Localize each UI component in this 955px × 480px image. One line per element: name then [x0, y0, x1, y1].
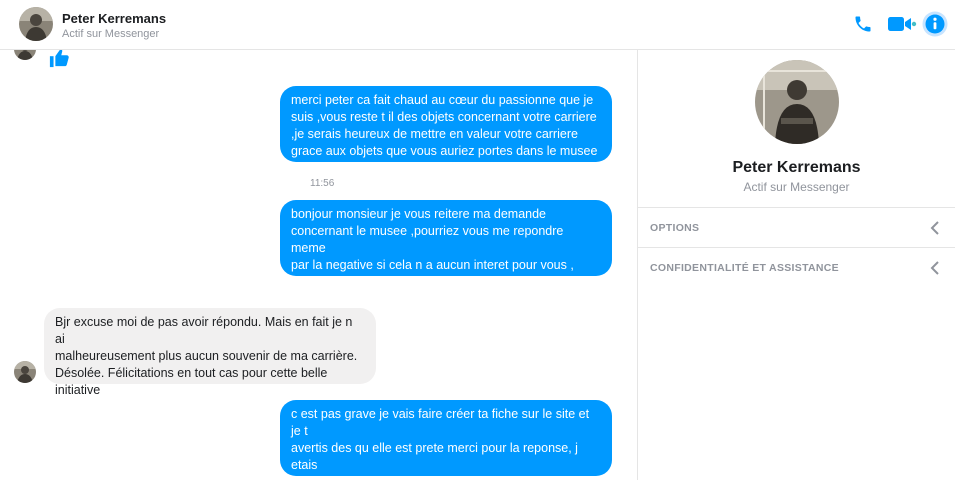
profile-status: Actif sur Messenger	[743, 180, 850, 194]
profile-name: Peter Kerremans	[732, 159, 861, 176]
contact-name[interactable]: Peter Kerremans	[62, 11, 166, 26]
message-incoming[interactable]: Bjr excuse moi de pas avoir répondu. Mai…	[44, 308, 376, 397]
profile-photo[interactable]	[755, 60, 839, 144]
info-icon[interactable]	[922, 11, 948, 37]
conversation-info-panel: Peter Kerremans Actif sur Messenger OPTI…	[638, 50, 955, 480]
video-camera-icon[interactable]	[886, 12, 918, 36]
thumbs-up-icon[interactable]	[48, 50, 70, 70]
message-timestamp: 11:56	[310, 178, 335, 189]
privacy-support-section[interactable]: CONFIDENTIALITÉ ET ASSISTANCE	[638, 247, 955, 287]
message-outgoing[interactable]: merci peter ca fait chaud au cœur du pas…	[280, 86, 612, 162]
contact-avatar[interactable]	[19, 7, 53, 41]
phone-icon[interactable]	[851, 12, 875, 36]
options-label: OPTIONS	[650, 222, 700, 234]
options-section[interactable]: OPTIONS	[638, 207, 955, 247]
contact-status: Actif sur Messenger	[62, 28, 160, 40]
chevron-left-icon[interactable]	[929, 260, 941, 276]
conversation-header: Peter Kerremans Actif sur Messenger	[0, 0, 955, 50]
message-list[interactable]: merci peter ca fait chaud au cœur du pas…	[0, 50, 638, 480]
privacy-support-label: CONFIDENTIALITÉ ET ASSISTANCE	[650, 262, 839, 274]
sender-avatar[interactable]	[14, 361, 36, 383]
message-outgoing[interactable]: c est pas grave je vais faire créer ta f…	[280, 400, 612, 480]
chevron-left-icon[interactable]	[929, 220, 941, 236]
message-outgoing[interactable]: bonjour monsieur je vous reitere ma dema…	[280, 200, 612, 306]
sender-avatar	[14, 50, 36, 60]
